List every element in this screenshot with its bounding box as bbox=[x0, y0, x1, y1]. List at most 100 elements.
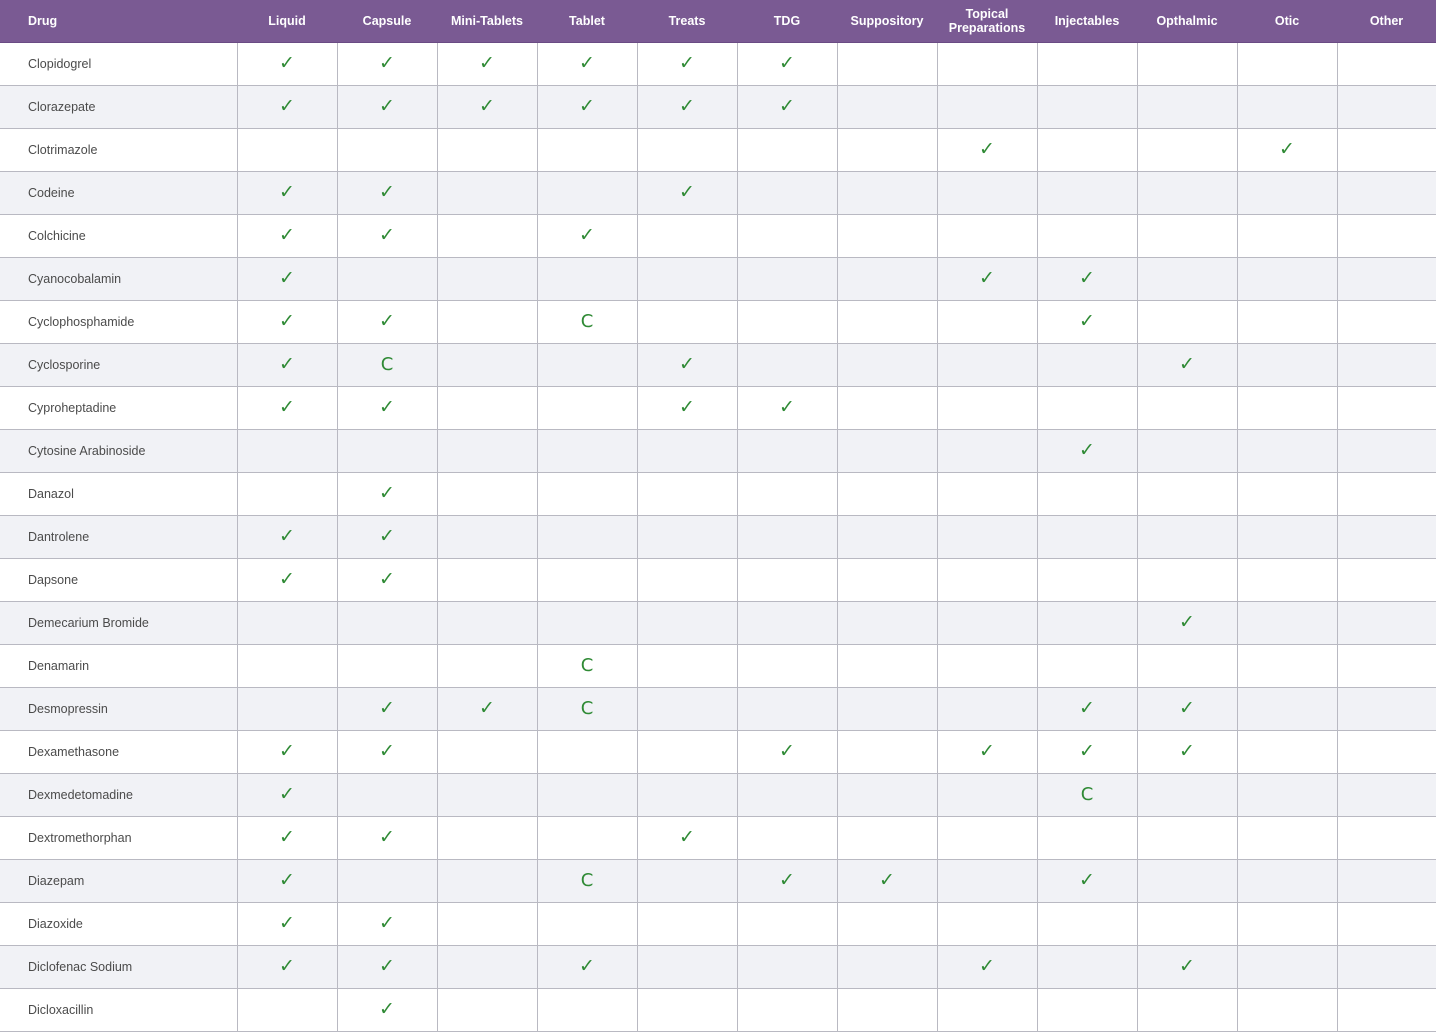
form-cell: ✓ bbox=[937, 257, 1038, 301]
column-header-drug: Drug bbox=[0, 0, 237, 43]
checkmark-icon: ✓ bbox=[979, 741, 995, 762]
form-cell bbox=[1237, 343, 1338, 387]
form-cell: ✓ bbox=[237, 214, 338, 258]
drug-name-cell: Diazepam bbox=[0, 859, 238, 903]
form-cell bbox=[437, 859, 538, 903]
checkmark-icon: ✓ bbox=[579, 53, 595, 74]
checkmark-icon: ✓ bbox=[279, 956, 295, 977]
form-cell: C bbox=[537, 687, 638, 731]
form-cell bbox=[1337, 644, 1436, 688]
form-cell bbox=[1237, 558, 1338, 602]
table-row: Diazepam ✓ C ✓ ✓ ✓ bbox=[0, 859, 1436, 903]
form-cell bbox=[437, 386, 538, 430]
form-cell bbox=[1037, 128, 1138, 172]
form-cell bbox=[1337, 687, 1436, 731]
form-cell bbox=[837, 644, 938, 688]
checkmark-icon: ✓ bbox=[879, 870, 895, 891]
form-cell bbox=[937, 902, 1038, 946]
form-cell bbox=[1037, 472, 1138, 516]
form-cell bbox=[237, 472, 338, 516]
form-cell bbox=[637, 687, 738, 731]
table-row: Clorazepate ✓ ✓ ✓ ✓ ✓ ✓ bbox=[0, 85, 1436, 129]
column-header-capsule: Capsule bbox=[337, 0, 437, 43]
drug-name-cell: Dextromethorphan bbox=[0, 816, 238, 860]
form-cell bbox=[437, 472, 538, 516]
form-cell: ✓ bbox=[737, 42, 838, 86]
form-cell bbox=[937, 515, 1038, 559]
checkmark-icon: ✓ bbox=[979, 268, 995, 289]
form-cell bbox=[637, 601, 738, 645]
form-cell bbox=[537, 386, 638, 430]
form-cell bbox=[1337, 472, 1436, 516]
form-cell: ✓ bbox=[337, 472, 438, 516]
form-cell bbox=[1237, 773, 1338, 817]
form-cell: ✓ bbox=[1137, 730, 1238, 774]
form-cell bbox=[1037, 945, 1138, 989]
form-cell bbox=[1337, 816, 1436, 860]
form-cell bbox=[1237, 257, 1338, 301]
form-cell bbox=[537, 902, 638, 946]
form-cell bbox=[1137, 859, 1238, 903]
form-cell bbox=[837, 128, 938, 172]
form-cell bbox=[937, 773, 1038, 817]
form-cell bbox=[1237, 730, 1338, 774]
form-cell: ✓ bbox=[637, 816, 738, 860]
form-cell: ✓ bbox=[437, 42, 538, 86]
checkmark-icon: ✓ bbox=[1179, 354, 1195, 375]
checkmark-icon: ✓ bbox=[979, 139, 995, 160]
form-cell bbox=[537, 773, 638, 817]
form-cell bbox=[637, 988, 738, 1032]
form-cell bbox=[1337, 171, 1436, 215]
form-cell bbox=[737, 687, 838, 731]
form-cell bbox=[637, 472, 738, 516]
checkmark-icon: ✓ bbox=[679, 96, 695, 117]
table-row: Dexmedetomadine ✓ C bbox=[0, 773, 1436, 817]
form-cell bbox=[1137, 558, 1238, 602]
form-cell bbox=[1337, 515, 1436, 559]
checkmark-icon: ✓ bbox=[279, 913, 295, 934]
form-cell bbox=[1037, 816, 1138, 860]
form-cell bbox=[737, 644, 838, 688]
form-cell: ✓ bbox=[1137, 343, 1238, 387]
form-cell bbox=[337, 257, 438, 301]
form-cell bbox=[1337, 214, 1436, 258]
form-cell bbox=[437, 128, 538, 172]
form-cell: ✓ bbox=[1137, 601, 1238, 645]
column-header-tablet: Tablet bbox=[537, 0, 637, 43]
form-cell bbox=[937, 859, 1038, 903]
form-cell: ✓ bbox=[937, 128, 1038, 172]
form-cell bbox=[1037, 988, 1138, 1032]
form-cell: ✓ bbox=[237, 773, 338, 817]
form-cell: ✓ bbox=[637, 42, 738, 86]
form-cell: ✓ bbox=[1037, 687, 1138, 731]
form-cell bbox=[1037, 343, 1138, 387]
checkmark-icon: ✓ bbox=[379, 999, 395, 1020]
checkmark-icon: ✓ bbox=[379, 225, 395, 246]
form-cell bbox=[237, 687, 338, 731]
form-cell bbox=[837, 816, 938, 860]
compound-mark: C bbox=[580, 697, 594, 719]
column-header-injectables: Injectables bbox=[1037, 0, 1137, 43]
drug-name-cell: Dapsone bbox=[0, 558, 238, 602]
checkmark-icon: ✓ bbox=[379, 956, 395, 977]
form-cell bbox=[837, 300, 938, 344]
drug-name-cell: Diazoxide bbox=[0, 902, 238, 946]
form-cell bbox=[537, 730, 638, 774]
form-cell bbox=[1337, 386, 1436, 430]
form-cell bbox=[1337, 601, 1436, 645]
form-cell bbox=[1037, 515, 1138, 559]
form-cell bbox=[1337, 85, 1436, 129]
form-cell bbox=[1137, 472, 1238, 516]
form-cell bbox=[1337, 859, 1436, 903]
form-cell: ✓ bbox=[1037, 429, 1138, 473]
form-cell bbox=[537, 515, 638, 559]
form-cell bbox=[837, 902, 938, 946]
form-cell bbox=[1137, 515, 1238, 559]
form-cell bbox=[1137, 988, 1238, 1032]
table-row: Clopidogrel ✓ ✓ ✓ ✓ ✓ ✓ bbox=[0, 42, 1436, 86]
checkmark-icon: ✓ bbox=[479, 53, 495, 74]
form-cell bbox=[1137, 300, 1238, 344]
drug-name-cell: Desmopressin bbox=[0, 687, 238, 731]
form-cell bbox=[1037, 85, 1138, 129]
compound-mark: C bbox=[580, 654, 594, 676]
